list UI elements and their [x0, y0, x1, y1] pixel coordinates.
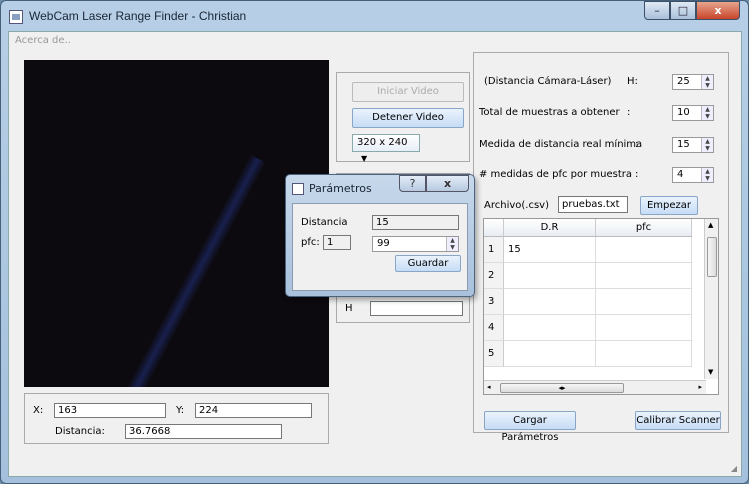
y-field: 224 [195, 403, 312, 418]
min-distance-label: Medida de distancia real mínima [479, 139, 643, 150]
parameters-panel: (Distancia Cámara-Láser) H: 25 ▲ ▼ Total … [473, 52, 729, 443]
samples-label: Total de muestras a obtener [479, 107, 620, 118]
dialog-body: Distancia 15 pfc: 1 99 ▲ ▼ Guardar [292, 203, 468, 291]
table-cell-pfc[interactable] [596, 341, 692, 367]
distance-label: Distancia: [55, 426, 105, 437]
resolution-value: 320 x 240 [357, 137, 408, 148]
pfc-spinbox[interactable]: 4 ▲ ▼ [672, 167, 714, 183]
dialog-distance-field: 15 [372, 215, 459, 230]
distance-field: 36.7668 [125, 424, 282, 439]
dialog-pfc-index: 1 [323, 235, 351, 250]
table-cell-dr[interactable] [504, 263, 596, 289]
h-spinbox-value: 25 [677, 76, 690, 87]
h-label: H [345, 303, 353, 314]
row-number: 4 [484, 315, 504, 341]
chevron-down-icon: ▼ [361, 154, 368, 163]
row-number: 1 [484, 237, 504, 263]
app-icon [9, 10, 23, 24]
samples-spinbox-value: 10 [677, 107, 690, 118]
row-number: 3 [484, 289, 504, 315]
column-header-pfc[interactable]: pfc [596, 219, 692, 237]
spin-arrows-icon[interactable]: ▲ ▼ [701, 75, 713, 89]
resolution-select[interactable]: 320 x 240 ▼ [352, 134, 420, 163]
min-distance-spinbox[interactable]: 15 ▲ ▼ [672, 137, 714, 153]
table-vertical-scrollbar[interactable]: ▲ ▼ [704, 219, 718, 379]
pfc-spinbox-value: 4 [677, 169, 684, 180]
scroll-up-icon[interactable]: ▲ [708, 221, 713, 229]
table-cell-dr[interactable] [504, 315, 596, 341]
stop-video-button[interactable]: Detener Video [352, 108, 464, 128]
column-header-dr[interactable]: D.R [504, 219, 596, 237]
dialog-distance-label: Distancia [301, 217, 348, 228]
file-input[interactable]: pruebas.txt [558, 196, 628, 213]
table-cell-dr[interactable]: 15 [504, 237, 596, 263]
h-field [370, 301, 463, 316]
samples-spinbox[interactable]: 10 ▲ ▼ [672, 105, 714, 121]
x-field: 163 [54, 403, 166, 418]
h-param-label: H: [627, 76, 638, 87]
h-spinbox[interactable]: 25 ▲ ▼ [672, 74, 714, 90]
dialog-app-icon [292, 183, 304, 195]
coordinates-panel: X: 163 Y: 224 Distancia: 36.7668 [24, 393, 329, 444]
vertical-scroll-thumb[interactable] [707, 237, 717, 277]
scroll-right-icon[interactable]: ▸ [698, 383, 702, 391]
table-cell-pfc[interactable] [596, 289, 692, 315]
resize-grip-icon[interactable]: ◢ [731, 464, 737, 473]
table-horizontal-scrollbar[interactable]: ◂ ◂▸ ▸ [484, 380, 706, 394]
window-controls: – □ x [644, 1, 740, 20]
horizontal-scroll-thumb[interactable]: ◂▸ [500, 383, 624, 393]
video-controls: Iniciar Video Detener Video 320 x 240 ▼ [336, 72, 470, 163]
start-button[interactable]: Empezar [640, 196, 698, 215]
scroll-down-icon[interactable]: ▼ [708, 368, 713, 376]
title-bar[interactable]: WebCam Laser Range Finder - Christian – … [1, 1, 748, 31]
load-parameters-button[interactable]: Cargar Parámetros [484, 411, 576, 443]
row-number: 2 [484, 263, 504, 289]
window-title: WebCam Laser Range Finder - Christian [29, 9, 247, 23]
dialog-pfc-label: pfc: [301, 237, 320, 248]
x-label: X: [33, 405, 44, 416]
start-video-button[interactable]: Iniciar Video [352, 82, 464, 102]
dialog-help-button[interactable]: ? [399, 175, 426, 192]
y-label: Y: [176, 405, 185, 416]
spin-arrows-icon[interactable]: ▲ ▼ [701, 138, 713, 152]
close-button[interactable]: x [696, 1, 740, 20]
menu-about[interactable]: Acerca de.. [15, 35, 71, 46]
parameters-dialog: Parámetros ? x Distancia 15 pfc: 1 99 ▲ ▼… [285, 174, 475, 297]
file-label: Archivo(.csv) [484, 200, 549, 211]
table-cell-pfc[interactable] [596, 263, 692, 289]
pfc-label: # medidas de pfc por muestra [479, 169, 633, 180]
video-preview [24, 60, 329, 387]
minimize-button[interactable]: – [644, 1, 670, 20]
samples-colon: : [627, 107, 631, 118]
spin-arrows-icon[interactable]: ▲ ▼ [701, 168, 713, 182]
pfc-colon: : [635, 169, 639, 180]
dialog-close-button[interactable]: x [426, 175, 469, 192]
menu-bar: Acerca de.. [9, 32, 741, 50]
table-cell-pfc[interactable] [596, 315, 692, 341]
dialog-pfc-spinbox[interactable]: 99 ▲ ▼ [372, 236, 459, 252]
table-cell-dr[interactable] [504, 341, 596, 367]
maximize-button[interactable]: □ [670, 1, 696, 20]
calibrate-scanner-button[interactable]: Calibrar Scanner [635, 411, 721, 430]
spin-arrows-icon[interactable]: ▲ ▼ [701, 106, 713, 120]
samples-table: D.R pfc 1 15 2 3 4 5 ▲ ▼ ◂ ◂▸ ▸ [483, 218, 719, 395]
table-corner [484, 219, 504, 237]
min-distance-spinbox-value: 15 [677, 139, 690, 150]
min-distance-colon: : [635, 139, 639, 150]
camera-laser-label: (Distancia Cámara-Láser) [484, 76, 612, 87]
table-cell-dr[interactable] [504, 289, 596, 315]
spin-arrows-icon[interactable]: ▲ ▼ [446, 237, 458, 251]
save-button[interactable]: Guardar [395, 255, 461, 272]
dialog-title: Parámetros [309, 182, 372, 195]
dialog-pfc-value: 99 [377, 238, 390, 249]
scroll-left-icon[interactable]: ◂ [487, 383, 491, 391]
laser-beam [99, 154, 267, 387]
row-number: 5 [484, 341, 504, 367]
table-cell-pfc[interactable] [596, 237, 692, 263]
